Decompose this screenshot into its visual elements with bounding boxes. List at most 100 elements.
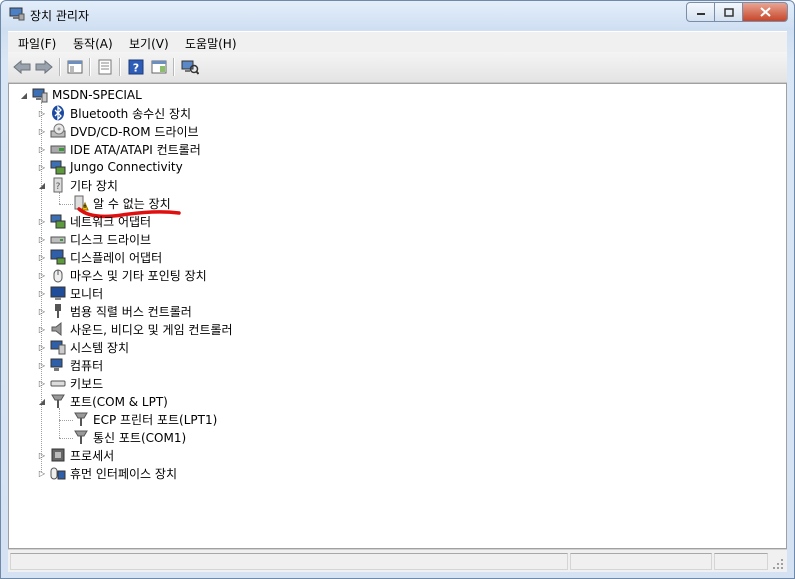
console-tree-icon [67,60,83,74]
help-button[interactable]: ? [126,57,146,77]
expand-arrow-icon[interactable]: ▷ [37,163,47,172]
tree-item-monitors[interactable]: ▷ 모니터 [37,284,103,302]
tree-item-processors[interactable]: ▷ 프로세서 [37,446,114,464]
collapse-arrow-icon[interactable]: ◢ [19,91,29,100]
tree-item-dvd-cd-rom[interactable]: ▷ DVD/CD-ROM 드라이브 [37,122,199,140]
menu-help[interactable]: 도움말(H) [185,35,237,52]
back-button[interactable] [12,57,32,77]
forward-button[interactable] [34,57,54,77]
svg-text:?: ? [56,182,61,192]
action-pane-button[interactable] [149,57,169,77]
bluetooth-icon [50,105,66,121]
expand-arrow-icon[interactable]: ▷ [37,253,47,262]
tree-item-label: Bluetooth 송수신 장치 [70,106,192,121]
tree-root[interactable]: ◢ MSDN-SPECIAL [19,86,142,104]
menu-file[interactable]: 파일(F) [18,35,56,52]
tree-item-label: 모니터 [70,286,104,301]
expand-arrow-icon[interactable]: ▷ [37,379,47,388]
tree-item-usb-controllers[interactable]: ▷ 범용 직렬 버스 컨트롤러 [37,302,192,320]
maximize-icon [723,7,734,17]
menu-action[interactable]: 동작(A) [73,35,113,52]
status-bar [8,549,787,572]
tree-item-keyboards[interactable]: ▷ 키보드 [37,374,103,392]
port-icon [73,429,89,445]
port-icon [73,411,89,427]
minimize-icon [696,13,705,15]
tree-item-label: 마우스 및 기타 포인팅 장치 [70,268,207,283]
minimize-button[interactable] [686,2,715,22]
device-manager-app-icon [9,7,25,21]
tree-item-bluetooth[interactable]: ▷ Bluetooth 송수신 장치 [37,104,191,122]
tree-item-label: 프로세서 [70,448,115,463]
expand-arrow-icon[interactable]: ▷ [37,145,47,154]
expand-arrow-icon[interactable]: ▷ [37,217,47,226]
show-hide-console-tree-button[interactable] [65,57,85,77]
expand-arrow-icon[interactable]: ▷ [37,271,47,280]
scan-hardware-button[interactable] [180,57,200,77]
disk-drive-icon [50,231,66,247]
toolbar: ? [8,52,787,83]
monitor-icon [50,285,66,301]
tree-item-human-interface-devices[interactable]: ▷ 휴먼 인터페이스 장치 [37,464,177,482]
svg-text:?: ? [133,62,139,75]
collapse-arrow-icon[interactable]: ◢ [37,397,47,406]
tree-item-ecp-printer-port[interactable]: ECP 프린터 포트(LPT1) [73,410,217,428]
tree-item-network-adapters[interactable]: ▷ 네트워크 어댑터 [37,212,151,230]
title-bar[interactable]: 장치 관리자 [1,1,794,29]
expand-arrow-icon[interactable]: ▷ [37,127,47,136]
expand-arrow-icon[interactable]: ▷ [37,451,47,460]
tree-item-label: 포트(COM & LPT) [70,394,168,409]
status-panel-2 [570,553,712,570]
tree-item-ide-ata-atapi[interactable]: ▷ IDE ATA/ATAPI 컨트롤러 [37,140,201,158]
help-icon: ? [128,59,144,75]
tree-item-label: 디스플레이 어댑터 [70,250,163,265]
dvd-drive-icon [50,123,66,139]
expand-arrow-icon[interactable]: ▷ [37,325,47,334]
tree-item-display-adapters[interactable]: ▷ 디스플레이 어댑터 [37,248,162,266]
mouse-icon [50,267,66,283]
expand-arrow-icon[interactable]: ▷ [37,289,47,298]
port-icon [50,393,66,409]
tree-item-label: 네트워크 어댑터 [70,214,152,229]
network-adapter-icon [50,213,66,229]
tree-item-label: Jungo Connectivity [70,160,183,174]
tree-item-label: 기타 장치 [70,178,118,193]
tree-item-system-devices[interactable]: ▷ 시스템 장치 [37,338,129,356]
tree-item-other-devices[interactable]: ◢ ? 기타 장치 [37,176,118,194]
expand-arrow-icon[interactable]: ▷ [37,469,47,478]
tree-item-label: 디스크 드라이브 [70,232,152,247]
properties-icon [98,59,112,75]
expand-arrow-icon[interactable]: ▷ [37,235,47,244]
close-button[interactable] [742,2,788,22]
tree-item-sound-video-game[interactable]: ▷ 사운드, 비디오 및 게임 컨트롤러 [37,320,233,338]
tree-item-label: IDE ATA/ATAPI 컨트롤러 [70,142,201,157]
tree-item-label: 휴먼 인터페이스 장치 [70,466,177,481]
expand-arrow-icon[interactable]: ▷ [37,109,47,118]
tree-root-label: MSDN-SPECIAL [52,88,142,102]
expand-arrow-icon[interactable]: ▷ [37,343,47,352]
tree-item-label: ECP 프린터 포트(LPT1) [93,412,218,427]
maximize-button[interactable] [714,2,743,22]
device-manager-window: 장치 관리자 파일(F) 동작(A) 보기(V) 도움말(H) ? ◢ MSDN… [0,0,795,579]
collapse-arrow-icon[interactable]: ◢ [37,181,47,190]
expand-arrow-icon[interactable]: ▷ [37,361,47,370]
close-icon [759,7,771,17]
tree-item-disk-drives[interactable]: ▷ 디스크 드라이브 [37,230,151,248]
tree-item-label: 시스템 장치 [70,340,130,355]
tree-item-ports[interactable]: ◢ 포트(COM & LPT) [37,392,168,410]
tree-item-communications-port[interactable]: 통신 포트(COM1) [73,428,186,446]
tree-item-jungo-connectivity[interactable]: ▷ Jungo Connectivity [37,158,183,176]
status-panel-3 [714,553,768,570]
tree-item-label: DVD/CD-ROM 드라이브 [70,124,199,139]
menu-view[interactable]: 보기(V) [129,35,169,52]
tree-item-label: 키보드 [70,376,104,391]
processor-icon [50,447,66,463]
tree-item-mice[interactable]: ▷ 마우스 및 기타 포인팅 장치 [37,266,207,284]
resize-grip-icon[interactable] [772,558,784,570]
expand-arrow-icon[interactable]: ▷ [37,307,47,316]
tree-item-computer[interactable]: ▷ 컴퓨터 [37,356,103,374]
tree-item-label: 사운드, 비디오 및 게임 컨트롤러 [70,322,233,337]
properties-button[interactable] [95,57,115,77]
device-tree[interactable]: ◢ MSDN-SPECIAL ▷ Bluetooth 송수신 장치 ▷ DVD/… [8,83,787,549]
scan-hardware-icon [181,60,199,75]
